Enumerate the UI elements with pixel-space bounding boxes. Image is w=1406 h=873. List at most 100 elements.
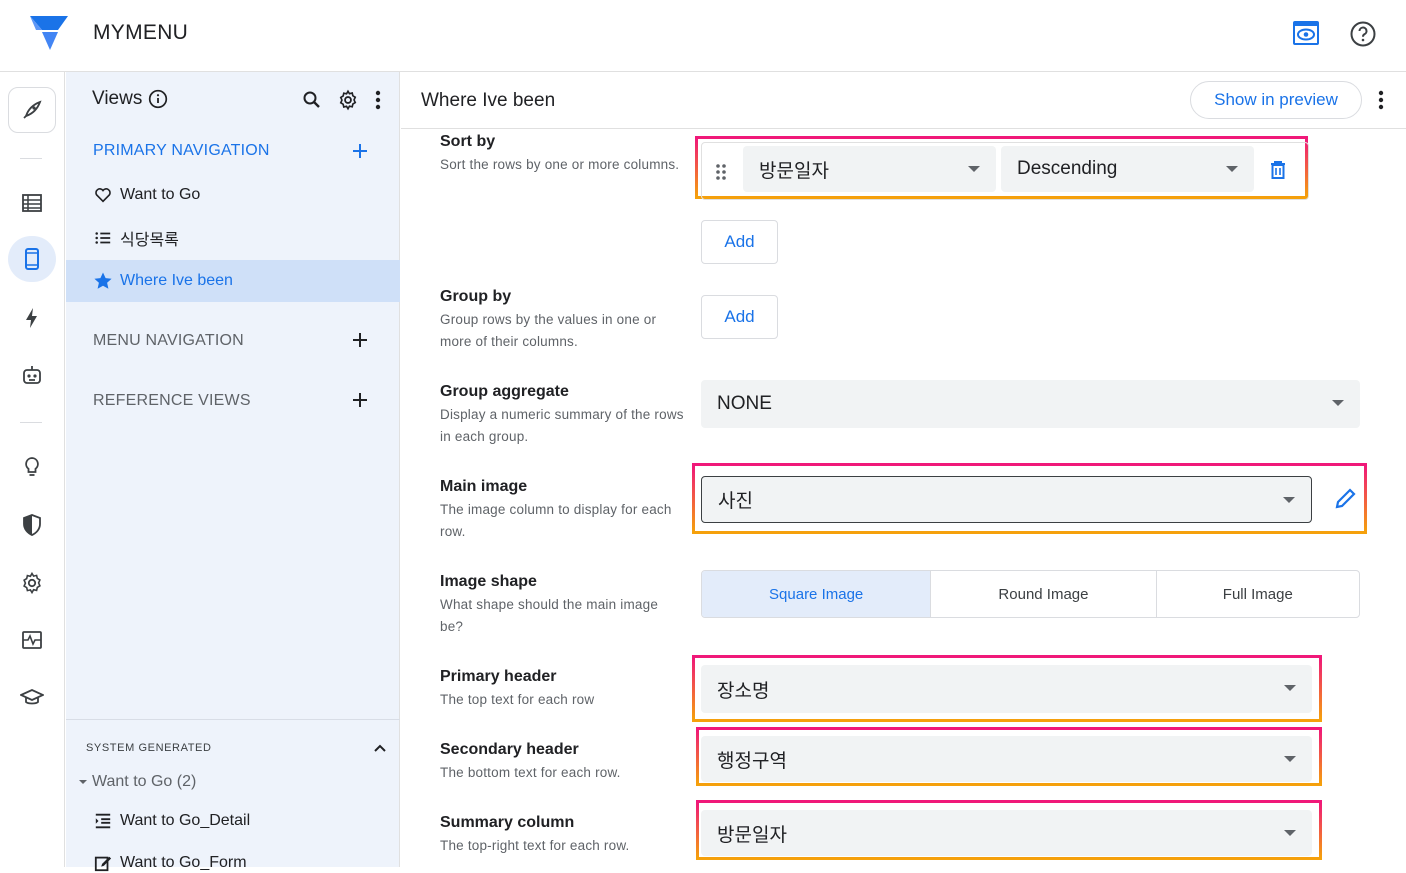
image-shape-description: What shape should the main image be?: [440, 597, 659, 634]
add-group-button[interactable]: Add: [701, 295, 778, 339]
shape-square-option[interactable]: Square Image: [702, 571, 932, 617]
drag-handle-icon[interactable]: [714, 162, 728, 182]
group-aggregate-description: Display a numeric summary of the rows in…: [440, 407, 684, 444]
image-shape-label: Image shape: [440, 573, 537, 590]
nav-item-label: Where Ive been: [120, 272, 233, 289]
chevron-up-icon[interactable]: [372, 740, 388, 756]
sort-column-select[interactable]: 방문일자: [743, 146, 996, 192]
view-editor: Where Ive been Show in preview Sort by S…: [401, 72, 1406, 867]
rail-automation-button[interactable]: [8, 352, 56, 398]
caret-down-icon: [79, 780, 87, 784]
rocket-icon: [23, 100, 42, 119]
section-menu-navigation: MENU NAVIGATION: [93, 332, 244, 349]
dropdown-arrow-icon: [1284, 830, 1296, 836]
system-group-want-to-go[interactable]: Want to Go (2): [76, 773, 196, 791]
search-icon[interactable]: [300, 88, 324, 112]
sort-order-select[interactable]: Descending: [1001, 146, 1254, 192]
system-group-label: Want to Go (2): [92, 773, 197, 790]
rail-settings-button[interactable]: [8, 560, 56, 606]
dropdown-arrow-icon: [1284, 756, 1296, 762]
dropdown-arrow-icon: [968, 166, 980, 172]
main-image-description: The image column to display for each row…: [440, 502, 672, 539]
shape-full-option[interactable]: Full Image: [1157, 571, 1359, 617]
left-rail: [0, 72, 65, 867]
rail-views-button[interactable]: [8, 236, 56, 282]
section-primary-navigation: PRIMARY NAVIGATION: [93, 142, 270, 159]
rail-learn-button[interactable]: [8, 675, 56, 721]
main-image-value: 사진: [718, 491, 753, 512]
sort-by-description: Sort the rows by one or more columns.: [440, 157, 680, 172]
detail-icon: [93, 811, 113, 831]
dropdown-arrow-icon: [1283, 497, 1295, 503]
nav-item-restaurant-list[interactable]: 식당목록: [66, 217, 400, 259]
help-icon[interactable]: [1349, 20, 1377, 48]
dropdown-arrow-icon: [1332, 400, 1344, 406]
nav-item-label: 식당목록: [120, 232, 179, 249]
system-item-want-to-go-detail[interactable]: Want to Go_Detail: [93, 811, 250, 831]
phone-icon: [25, 248, 39, 270]
group-aggregate-label: Group aggregate: [440, 383, 569, 400]
appsheet-logo-icon: [30, 16, 68, 50]
views-settings-gear-icon[interactable]: [336, 88, 360, 112]
rail-security-button[interactable]: [8, 502, 56, 548]
group-by-label: Group by: [440, 288, 512, 305]
more-vertical-icon[interactable]: [366, 88, 390, 112]
more-vertical-icon[interactable]: [1371, 88, 1391, 112]
primary-header-select[interactable]: 장소명: [701, 665, 1312, 713]
primary-header-description: The top text for each row: [440, 692, 595, 707]
nav-item-where-ive-been[interactable]: Where Ive been: [66, 260, 400, 302]
system-item-label: Want to Go_Form: [120, 854, 247, 871]
lightbulb-icon: [25, 457, 39, 476]
preview-eye-icon[interactable]: [1292, 20, 1320, 46]
rail-launch-button[interactable]: [8, 87, 56, 133]
table-icon: [22, 194, 42, 212]
secondary-header-value: 행정구역: [717, 750, 787, 772]
nav-item-label: Want to Go: [120, 186, 201, 203]
dropdown-arrow-icon: [1284, 685, 1296, 691]
rail-data-button[interactable]: [8, 180, 56, 226]
main-image-label: Main image: [440, 478, 528, 495]
shape-round-option[interactable]: Round Image: [931, 571, 1157, 617]
sort-column-value: 방문일자: [759, 160, 829, 182]
views-header: Views: [92, 88, 168, 110]
summary-column-label: Summary column: [440, 814, 575, 831]
show-in-preview-button[interactable]: Show in preview: [1190, 81, 1362, 119]
gear-icon: [23, 571, 41, 595]
info-icon[interactable]: [148, 89, 168, 109]
delete-trash-icon[interactable]: [1269, 160, 1287, 180]
image-shape-toggle: Square Image Round Image Full Image: [701, 570, 1360, 618]
add-reference-view-plus-icon[interactable]: [350, 390, 370, 410]
rail-actions-button[interactable]: [8, 295, 56, 341]
system-item-want-to-go-form[interactable]: Want to Go_Form: [93, 853, 247, 873]
add-sort-button[interactable]: Add: [701, 220, 778, 264]
view-title: Where Ive been: [421, 90, 556, 111]
primary-header-value: 장소명: [717, 680, 770, 702]
summary-column-select[interactable]: 방문일자: [701, 810, 1312, 856]
sort-order-value: Descending: [1017, 158, 1118, 179]
add-menu-view-plus-icon[interactable]: [350, 330, 370, 350]
main-image-select[interactable]: 사진: [701, 476, 1312, 523]
lightning-icon: [26, 308, 37, 328]
views-panel: Views PRIMARY NAVIGATION Want to Go 식당목록…: [66, 72, 400, 872]
nav-item-want-to-go[interactable]: Want to Go: [66, 174, 400, 216]
view-editor-header: Where Ive been Show in preview: [401, 72, 1406, 129]
group-aggregate-value: NONE: [717, 393, 772, 414]
views-title: Views: [92, 88, 143, 109]
rail-monitor-button[interactable]: [8, 617, 56, 663]
graduation-cap-icon: [20, 689, 44, 705]
rail-intelligence-button[interactable]: [8, 444, 56, 490]
sort-by-label: Sort by: [440, 133, 496, 150]
group-aggregate-select[interactable]: NONE: [701, 380, 1360, 428]
secondary-header-select[interactable]: 행정구역: [701, 736, 1312, 782]
monitor-pulse-icon: [22, 631, 42, 649]
add-primary-view-plus-icon[interactable]: [350, 141, 370, 161]
summary-column-description: The top-right text for each row.: [440, 838, 630, 853]
app-title: MYMENU: [93, 21, 189, 44]
section-reference-views: REFERENCE VIEWS: [93, 392, 251, 409]
heart-icon: [93, 185, 113, 205]
list-icon: [93, 228, 113, 248]
edit-pencil-icon[interactable]: [1334, 486, 1356, 510]
system-item-label: Want to Go_Detail: [120, 812, 251, 829]
dropdown-arrow-icon: [1226, 166, 1238, 172]
form-edit-icon: [93, 853, 113, 873]
